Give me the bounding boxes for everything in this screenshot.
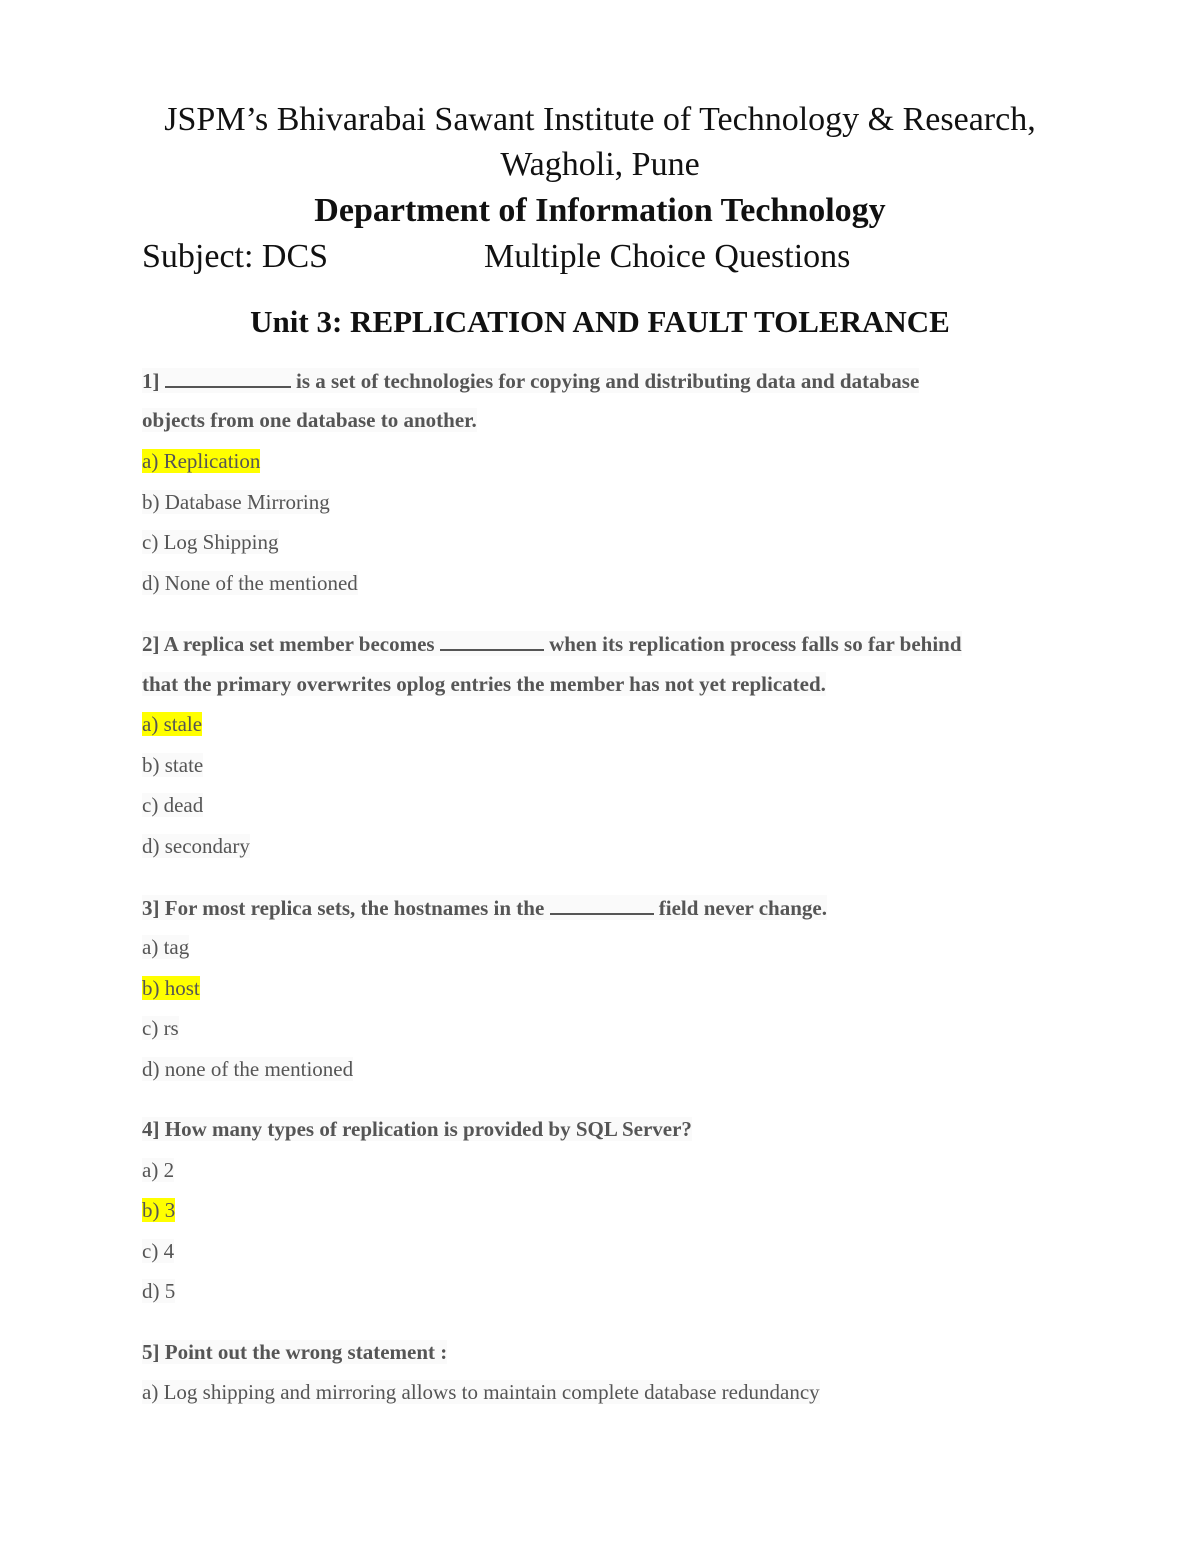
question-1-option-a-correct: a) Replication xyxy=(142,449,261,473)
question-text: Point out the wrong statement : xyxy=(164,1340,448,1364)
question-text-before-blank: A replica set member becomes xyxy=(163,632,435,656)
question-2-option-d: d) secondary xyxy=(142,834,250,858)
question-1-line-2: objects from one database to another. xyxy=(142,408,477,432)
question-text: is a set of technologies for copying and… xyxy=(296,369,920,393)
subject-label: Subject: DCS xyxy=(142,238,329,275)
question-number: 2] xyxy=(142,632,160,656)
institute-name-line1: JSPM’s Bhivarabai Sawant Institute of Te… xyxy=(164,101,1036,138)
answer-blank xyxy=(439,631,544,651)
subject-row: Subject: DCS Multiple Choice Questions xyxy=(142,238,1042,276)
question-3-option-d: d) none of the mentioned xyxy=(142,1057,354,1081)
question-1-option-b: b) Database Mirroring xyxy=(142,490,330,514)
answer-blank xyxy=(549,895,654,915)
question-number: 3] xyxy=(142,896,160,920)
document-page: JSPM’s Bhivarabai Sawant Institute of Te… xyxy=(0,0,1200,1553)
institute-name-line2: Wagholi, Pune xyxy=(500,146,700,183)
question-5-option-a: a) Log shipping and mirroring allows to … xyxy=(142,1380,820,1404)
question-2-option-b: b) state xyxy=(142,753,204,777)
question-text: How many types of replication is provide… xyxy=(164,1117,692,1141)
unit-title: Unit 3: REPLICATION AND FAULT TOLERANCE xyxy=(250,304,950,339)
question-text-before-blank: For most replica sets, the hostnames in … xyxy=(164,896,545,920)
question-2-option-a-correct: a) stale xyxy=(142,712,203,736)
answer-blank xyxy=(164,368,291,388)
question-1-option-d: d) None of the mentioned xyxy=(142,571,358,595)
question-4-line-1: 4] How many types of replication is prov… xyxy=(142,1117,692,1141)
question-2-option-c: c) dead xyxy=(142,793,204,817)
question-1-line-1: 1] is a set of technologies for copying … xyxy=(142,368,920,393)
question-number: 5] xyxy=(142,1340,160,1364)
question-3-option-b-correct: b) host xyxy=(142,976,200,1000)
question-number: 4] xyxy=(142,1117,160,1141)
question-4-option-a: a) 2 xyxy=(142,1158,175,1182)
question-4-option-c: c) 4 xyxy=(142,1239,175,1263)
question-1-option-c: c) Log Shipping xyxy=(142,530,279,554)
question-text-after-blank: field never change. xyxy=(658,896,827,920)
question-3-line-1: 3] For most replica sets, the hostnames … xyxy=(142,895,827,920)
document-type-label: Multiple Choice Questions xyxy=(484,238,851,275)
question-text-after-blank: when its replication process falls so fa… xyxy=(549,632,962,656)
question-5-line-1: 5] Point out the wrong statement : xyxy=(142,1340,448,1364)
question-3-option-a: a) tag xyxy=(142,935,190,959)
question-4-option-b-correct: b) 3 xyxy=(142,1198,176,1222)
question-4-option-d: d) 5 xyxy=(142,1279,176,1303)
question-3-option-c: c) rs xyxy=(142,1016,179,1040)
question-2-line-1: 2] A replica set member becomes when its… xyxy=(142,631,962,656)
department-title: Department of Information Technology xyxy=(314,192,886,229)
question-number: 1] xyxy=(142,369,160,393)
question-2-line-2: that the primary overwrites oplog entrie… xyxy=(142,672,826,696)
